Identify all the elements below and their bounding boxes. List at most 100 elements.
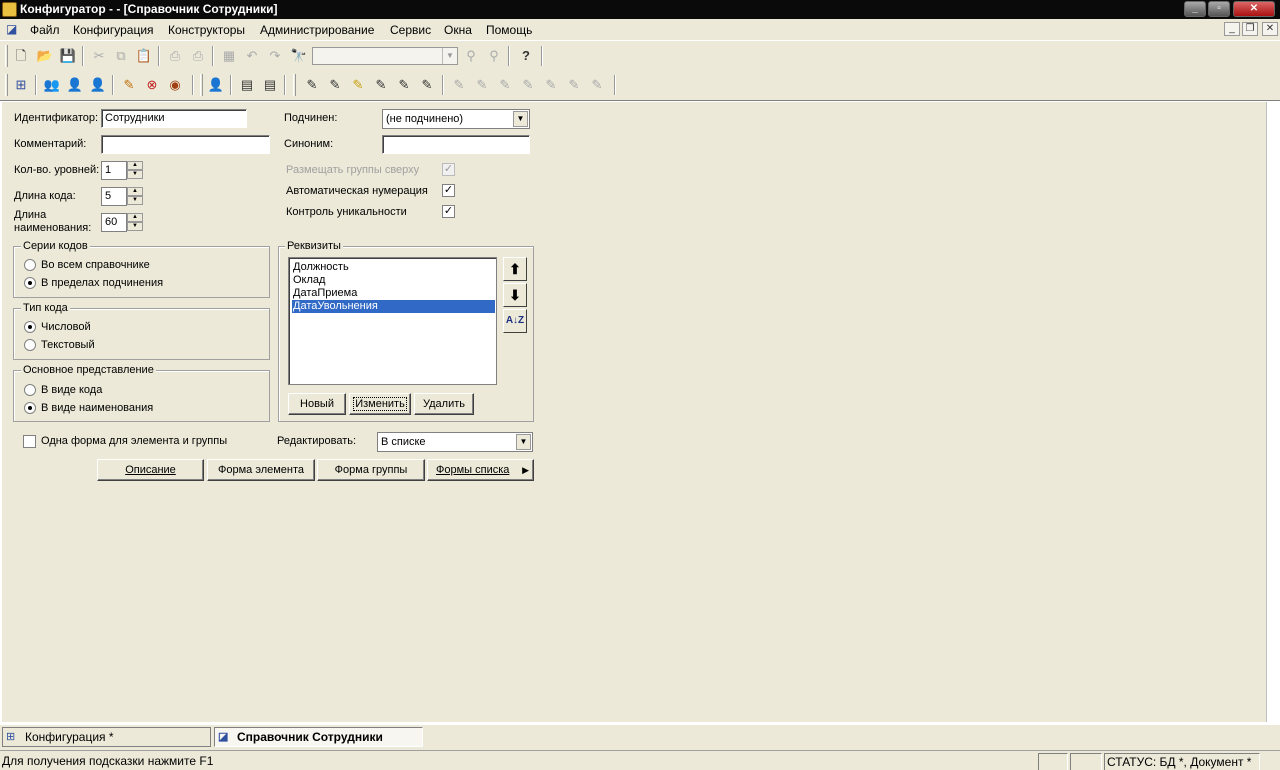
toolbar-grip[interactable] bbox=[200, 74, 203, 96]
code-type-text-label[interactable]: Текстовый bbox=[41, 339, 95, 351]
form-editor-icon[interactable]: ▤ bbox=[260, 75, 280, 95]
module-icon[interactable]: ✎ bbox=[495, 75, 515, 95]
edit-mode-select[interactable]: В списке ▼ bbox=[377, 432, 533, 452]
module-icon[interactable]: ✎ bbox=[417, 75, 437, 95]
module-icon[interactable]: ✎ bbox=[541, 75, 561, 95]
minimize-button[interactable]: _ bbox=[1184, 1, 1206, 17]
module-icon[interactable]: ✎ bbox=[325, 75, 345, 95]
one-form-checkbox[interactable] bbox=[23, 435, 36, 448]
mdi-minimize-button[interactable]: _ bbox=[1224, 22, 1240, 36]
redo-icon[interactable]: ↷ bbox=[265, 46, 285, 66]
attributes-list[interactable]: Должность Оклад ДатаПриема ДатаУвольнени… bbox=[288, 257, 497, 385]
code-series-sub-radio[interactable] bbox=[24, 277, 36, 289]
properties-icon[interactable]: ▦ bbox=[219, 46, 239, 66]
menu-help[interactable]: Помощь bbox=[486, 23, 532, 37]
find-icon[interactable]: 🔭 bbox=[289, 46, 309, 66]
list-item[interactable]: ДатаПриема bbox=[292, 287, 358, 300]
menu-constructors[interactable]: Конструкторы bbox=[168, 23, 245, 37]
menu-file[interactable]: Файл bbox=[30, 23, 60, 37]
identifier-field[interactable]: Сотрудники bbox=[101, 109, 247, 128]
main-view-name-label[interactable]: В виде наименования bbox=[41, 402, 153, 414]
document-icon[interactable]: ◪ bbox=[6, 22, 22, 37]
element-form-button[interactable]: Форма элемента bbox=[207, 459, 315, 481]
list-item[interactable]: Должность bbox=[292, 261, 350, 274]
chevron-down-icon[interactable]: ▼ bbox=[442, 48, 457, 64]
menu-configuration[interactable]: Конфигурация bbox=[73, 23, 154, 37]
levels-value[interactable]: 1 bbox=[101, 161, 127, 180]
move-up-button[interactable]: ⬆ bbox=[503, 257, 527, 281]
name-length-value[interactable]: 60 bbox=[101, 213, 127, 232]
module-icon[interactable]: ✎ bbox=[394, 75, 414, 95]
spin-down-icon[interactable]: ▼ bbox=[127, 170, 143, 179]
rights-icon[interactable]: 👤 bbox=[88, 75, 108, 95]
tab-catalog-employees[interactable]: ◪ Справочник Сотрудники bbox=[214, 727, 423, 747]
auto-numbering-checkbox[interactable]: ✓ bbox=[442, 184, 455, 197]
monitor-icon[interactable]: ◉ bbox=[165, 75, 185, 95]
list-item[interactable]: Оклад bbox=[292, 274, 326, 287]
chevron-down-icon[interactable]: ▼ bbox=[516, 434, 531, 450]
chevron-down-icon[interactable]: ▼ bbox=[513, 111, 528, 127]
move-down-button[interactable]: ⬇ bbox=[503, 283, 527, 307]
module-icon[interactable]: ✎ bbox=[302, 75, 322, 95]
module-icon[interactable]: ✎ bbox=[449, 75, 469, 95]
main-view-name-radio[interactable] bbox=[24, 402, 36, 414]
delete-attribute-button[interactable]: Удалить bbox=[414, 393, 474, 415]
code-length-value[interactable]: 5 bbox=[101, 187, 127, 206]
code-series-all-label[interactable]: Во всем справочнике bbox=[41, 259, 150, 271]
undo-icon[interactable]: ↶ bbox=[242, 46, 262, 66]
copy-icon[interactable]: ⧉ bbox=[111, 46, 131, 66]
mdi-close-button[interactable]: ✕ bbox=[1262, 22, 1278, 36]
open-icon[interactable]: 📂 bbox=[35, 46, 55, 66]
spin-down-icon[interactable]: ▼ bbox=[127, 222, 143, 231]
groups-on-top-checkbox[interactable]: ✓ bbox=[442, 163, 455, 176]
module-icon[interactable]: ✎ bbox=[371, 75, 391, 95]
code-series-all-radio[interactable] bbox=[24, 259, 36, 271]
edit-attribute-button[interactable]: Изменить bbox=[349, 393, 411, 415]
spin-up-icon[interactable]: ▲ bbox=[127, 187, 143, 196]
print-preview-icon[interactable]: ⎙ bbox=[188, 46, 208, 66]
menu-service[interactable]: Сервис bbox=[390, 23, 431, 37]
help-icon[interactable]: ? bbox=[516, 46, 536, 66]
module-icon[interactable]: ✎ bbox=[348, 75, 368, 95]
print-icon[interactable]: ⎙ bbox=[165, 46, 185, 66]
list-forms-button[interactable]: Формы списка ▶ bbox=[427, 459, 534, 481]
sort-button[interactable]: A↓Z bbox=[503, 309, 527, 333]
uniqueness-checkbox[interactable]: ✓ bbox=[442, 205, 455, 218]
search-combo[interactable]: ▼ bbox=[312, 47, 458, 65]
user-icon[interactable]: 👤 bbox=[65, 75, 85, 95]
description-button[interactable]: Описание bbox=[97, 459, 204, 481]
close-button[interactable]: ✕ bbox=[1233, 1, 1275, 17]
code-series-sub-label[interactable]: В пределах подчинения bbox=[41, 277, 163, 289]
subordinate-select[interactable]: (не подчинено) ▼ bbox=[382, 109, 530, 129]
synonym-field[interactable] bbox=[382, 135, 530, 154]
maximize-button[interactable]: ▫ bbox=[1208, 1, 1230, 17]
stop-icon[interactable]: ⊗ bbox=[142, 75, 162, 95]
dialog-editor-icon[interactable]: ▤ bbox=[237, 75, 257, 95]
menu-windows[interactable]: Окна bbox=[444, 23, 472, 37]
wizard-icon[interactable]: ✎ bbox=[119, 75, 139, 95]
module-icon[interactable]: ✎ bbox=[518, 75, 538, 95]
group-form-button[interactable]: Форма группы bbox=[317, 459, 425, 481]
spin-down-icon[interactable]: ▼ bbox=[127, 196, 143, 205]
spin-up-icon[interactable]: ▲ bbox=[127, 213, 143, 222]
find-next-icon[interactable]: ⚲ bbox=[461, 46, 481, 66]
mdi-restore-button[interactable]: ❐ bbox=[1242, 22, 1258, 36]
vertical-scrollbar[interactable] bbox=[1266, 102, 1278, 722]
code-type-numeric-radio[interactable] bbox=[24, 321, 36, 333]
toolbar-grip[interactable] bbox=[5, 74, 8, 96]
toolbar-grip[interactable] bbox=[293, 74, 296, 96]
module-icon[interactable]: ✎ bbox=[587, 75, 607, 95]
find-prev-icon[interactable]: ⚲ bbox=[484, 46, 504, 66]
code-type-text-radio[interactable] bbox=[24, 339, 36, 351]
save-icon[interactable]: 💾 bbox=[58, 46, 78, 66]
code-type-numeric-label[interactable]: Числовой bbox=[41, 321, 91, 333]
tab-configuration[interactable]: ⊞ Конфигурация * bbox=[2, 727, 211, 747]
new-icon[interactable]: 🗋 bbox=[11, 46, 31, 66]
module-icon[interactable]: ✎ bbox=[564, 75, 584, 95]
module-icon[interactable]: ✎ bbox=[472, 75, 492, 95]
debugger-icon[interactable]: 👤 bbox=[206, 75, 226, 95]
cut-icon[interactable]: ✂ bbox=[89, 46, 109, 66]
comment-field[interactable] bbox=[101, 135, 270, 154]
users-icon[interactable]: 👥 bbox=[42, 75, 62, 95]
list-item-selected[interactable]: ДатаУвольнения bbox=[292, 300, 495, 313]
